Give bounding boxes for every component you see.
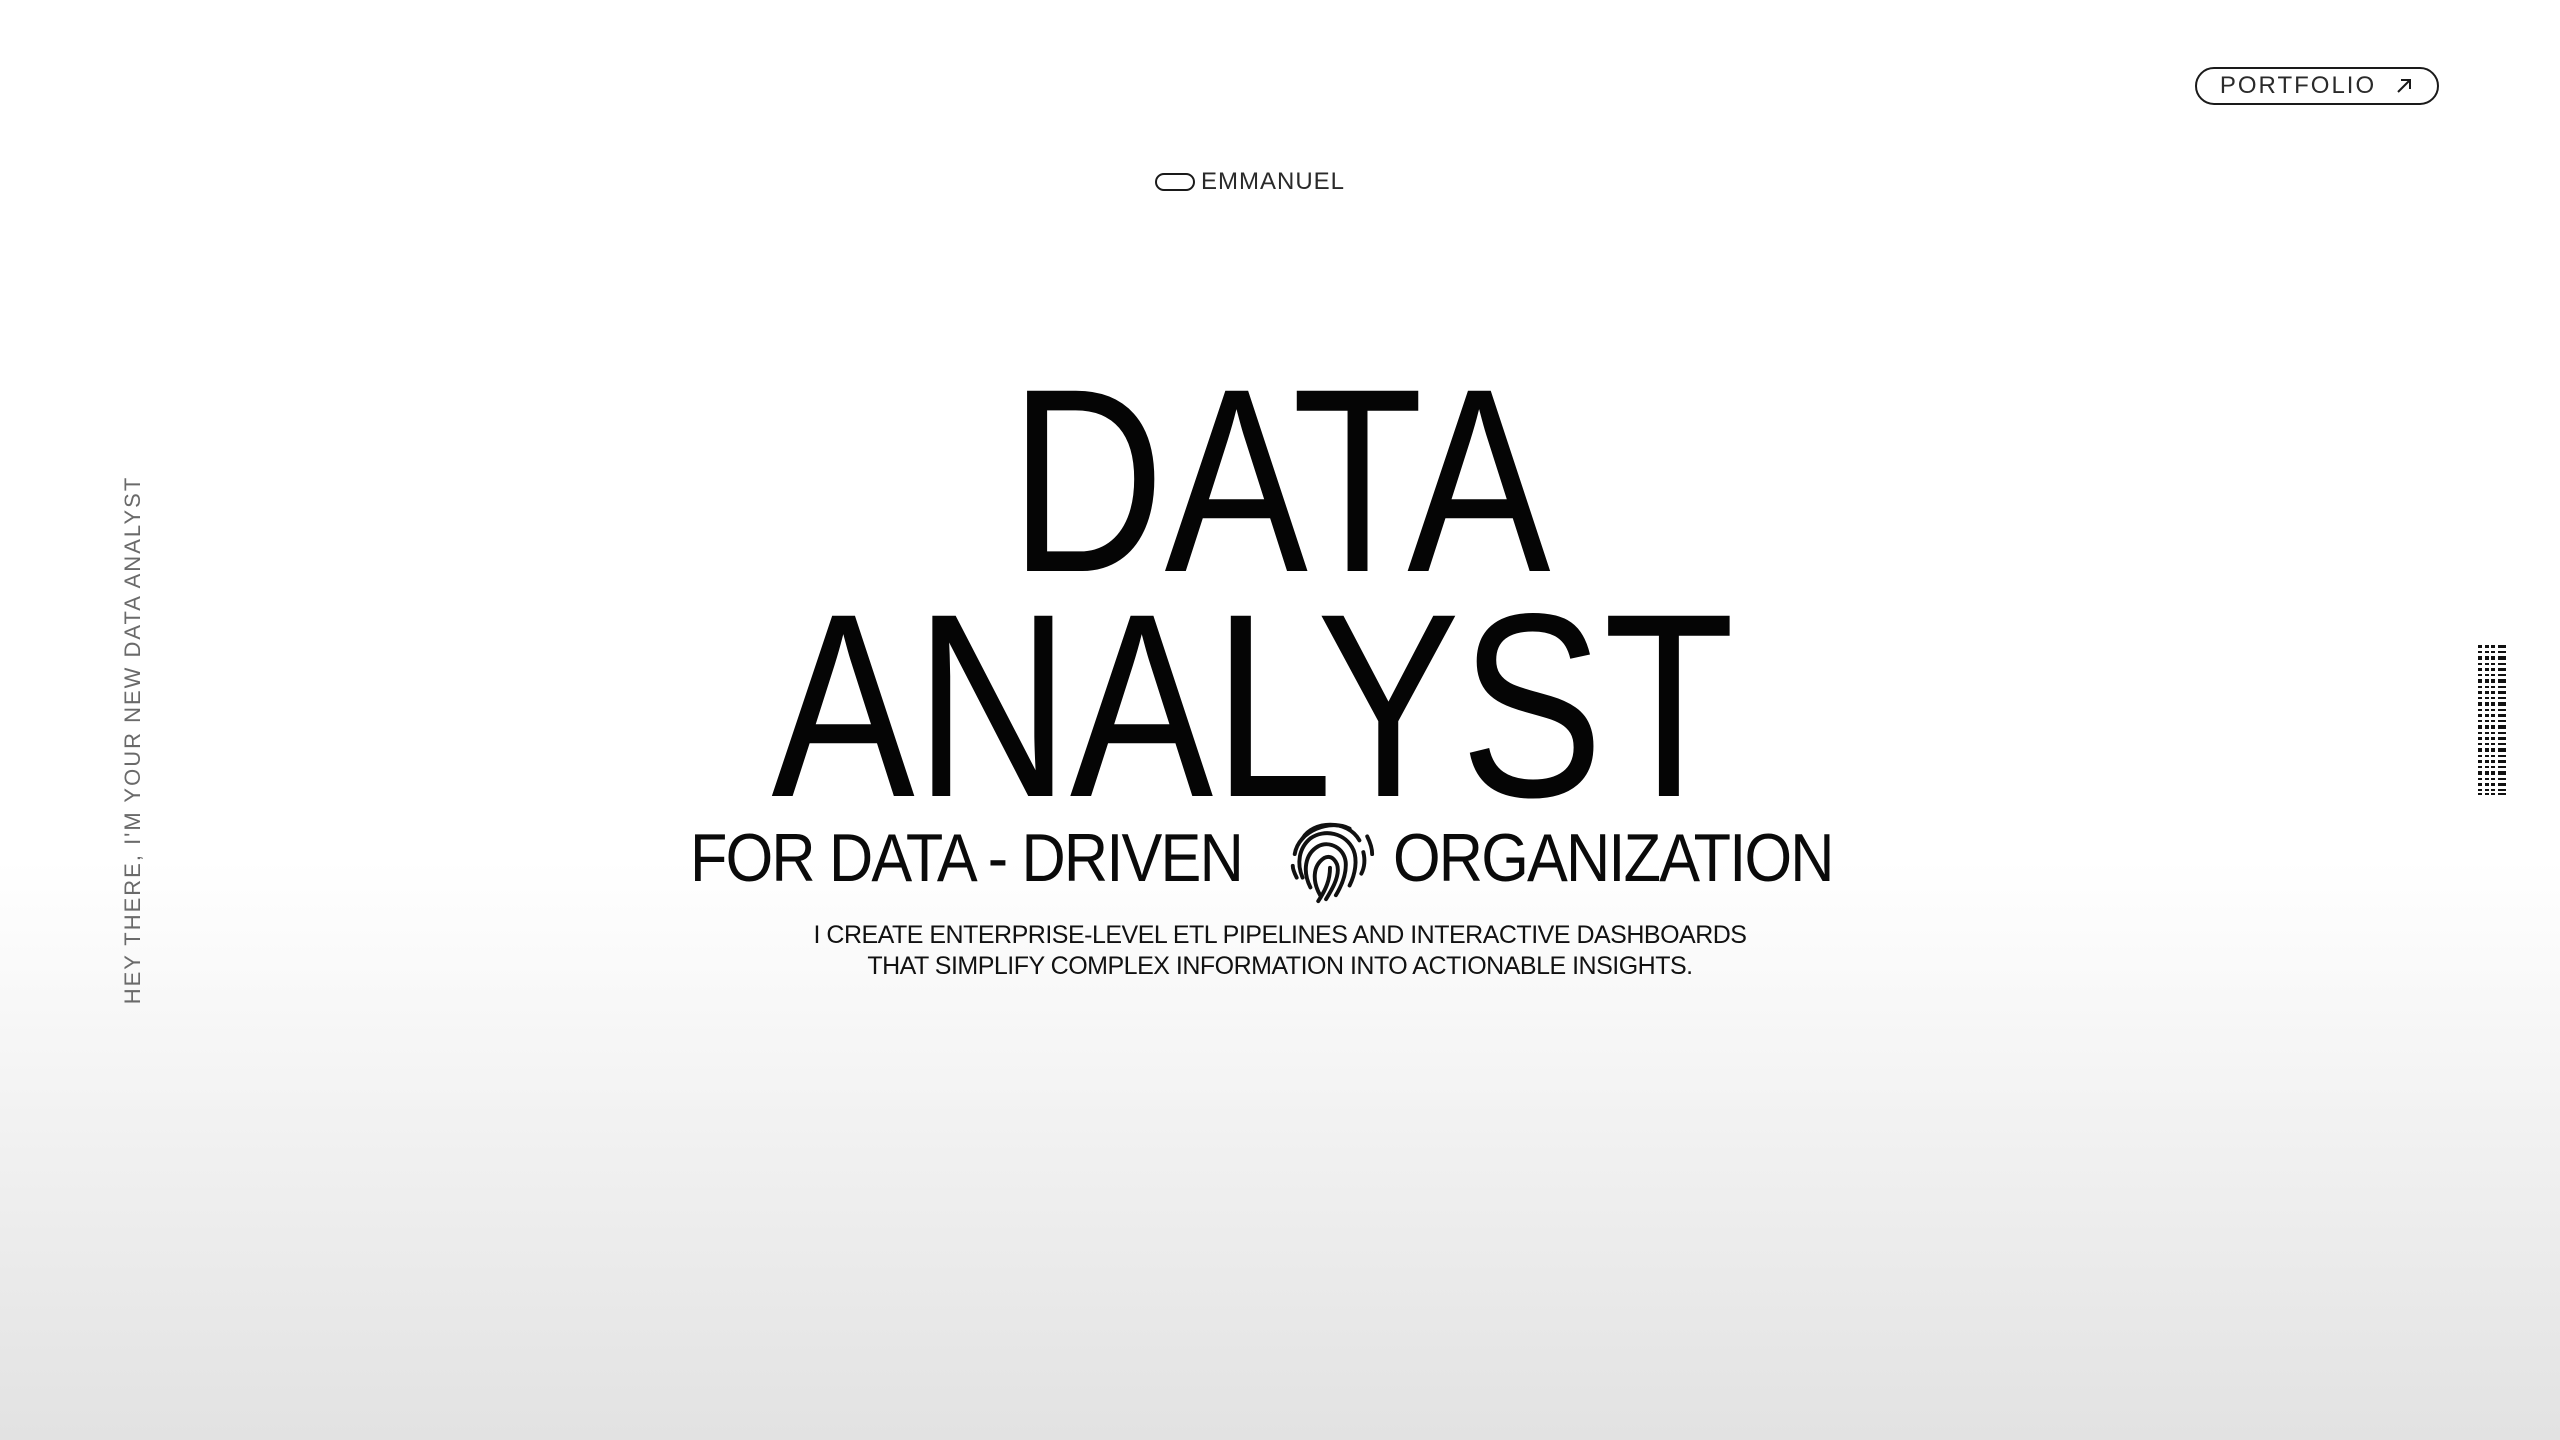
barcode-icon — [2478, 645, 2506, 795]
tagline: FOR DATA - DRIVEN ORGANIZATION — [690, 808, 1882, 908]
portfolio-button[interactable]: PORTFOLIO — [2195, 67, 2439, 105]
fingerprint-icon — [1281, 809, 1379, 907]
portfolio-label: PORTFOLIO — [2219, 72, 2377, 99]
tagline-left: FOR DATA - DRIVEN — [690, 820, 1244, 896]
tagline-right: ORGANIZATION — [1393, 820, 1834, 896]
headline-line-2: ANALYST — [771, 559, 1735, 852]
brand-logo[interactable]: EMMANUEL — [1155, 168, 1345, 196]
hero-description: I CREATE ENTERPRISE-LEVEL ETL PIPELINES … — [0, 920, 2560, 982]
brand-name: EMMANUEL — [1201, 168, 1346, 195]
description-line-1: I CREATE ENTERPRISE-LEVEL ETL PIPELINES … — [813, 921, 1747, 949]
arrow-up-right-icon — [2394, 76, 2414, 96]
description-line-2: THAT SIMPLIFY COMPLEX INFORMATION INTO A… — [867, 952, 1693, 980]
pill-outline-icon — [1155, 173, 1195, 191]
